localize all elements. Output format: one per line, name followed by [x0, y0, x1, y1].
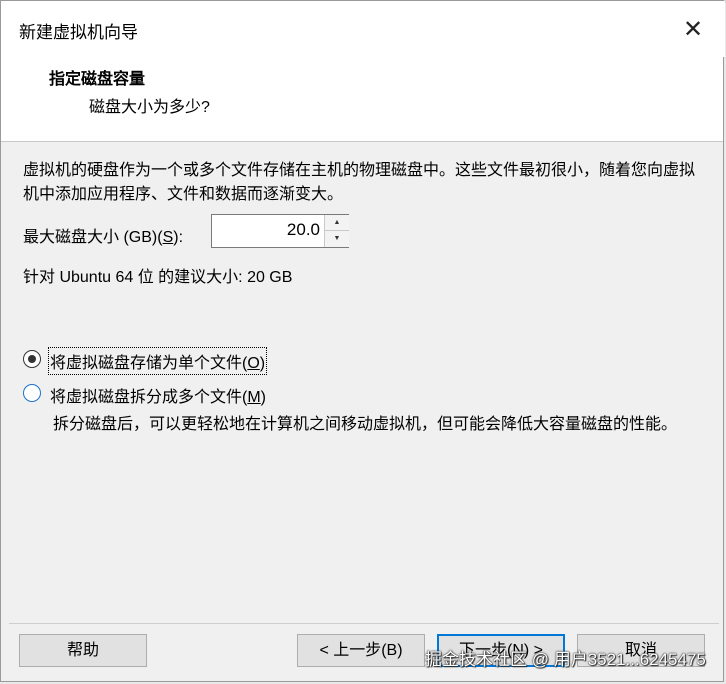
- single-file-accesskey: O: [247, 355, 260, 372]
- split-disk-note: 拆分磁盘后，可以更轻松地在计算机之间移动虚拟机，但可能会降低大容量磁盘的性能。: [53, 416, 678, 433]
- multiple-files-accesskey: M: [247, 389, 261, 406]
- size-label-suffix: ):: [173, 229, 184, 246]
- multiple-files-text: 将虚拟磁盘拆分成多个文件(: [50, 389, 248, 406]
- radio-selected-icon[interactable]: [23, 350, 41, 368]
- back-button[interactable]: < 上一步(B): [297, 634, 425, 667]
- stepper-buttons: ▲ ▼: [324, 215, 349, 247]
- title-bar: 新建虚拟机向导 ✕: [1, 1, 725, 57]
- disk-description: 虚拟机的硬盘作为一个或多个文件存储在主机的物理磁盘中。这些文件最初很小，随着您向…: [23, 162, 696, 203]
- radio-unselected-icon[interactable]: [23, 384, 41, 402]
- recommended-size: 针对 Ubuntu 64 位 的建议大小: 20 GB: [23, 269, 293, 286]
- wizard-header: 指定磁盘容量 磁盘大小为多少?: [1, 57, 723, 142]
- stepper-up-icon[interactable]: ▲: [325, 215, 349, 231]
- disk-size-input[interactable]: 20.0: [216, 220, 320, 240]
- multiple-files-suffix: ): [260, 389, 266, 406]
- stepper-down-icon[interactable]: ▼: [325, 231, 349, 247]
- close-icon[interactable]: ✕: [673, 9, 713, 49]
- single-file-text: 将虚拟磁盘存储为单个文件(: [50, 355, 248, 372]
- radio-multiple-files-label[interactable]: 将虚拟磁盘拆分成多个文件(M): [49, 382, 267, 408]
- disk-size-stepper[interactable]: 20.0 ▲ ▼: [211, 214, 349, 248]
- page-title: 指定磁盘容量: [49, 71, 146, 88]
- new-vm-wizard-dialog: 新建虚拟机向导 ✕ 指定磁盘容量 磁盘大小为多少? 虚拟机的硬盘作为一个或多个文…: [0, 0, 725, 682]
- window-title: 新建虚拟机向导: [19, 23, 138, 42]
- footer-divider: [9, 623, 719, 624]
- watermark-text: 掘金技术社区 @ 用户3521...6245475: [425, 650, 706, 669]
- max-disk-size-label: 最大磁盘大小 (GB)(S):: [23, 223, 183, 247]
- size-label-accesskey: S: [162, 229, 174, 246]
- page-subtitle: 磁盘大小为多少?: [89, 99, 210, 116]
- help-button[interactable]: 帮助: [19, 634, 147, 667]
- size-label-text: 最大磁盘大小 (GB)(: [23, 229, 163, 246]
- single-file-suffix: ): [259, 355, 266, 372]
- radio-single-file-label[interactable]: 将虚拟磁盘存储为单个文件(O): [47, 347, 268, 375]
